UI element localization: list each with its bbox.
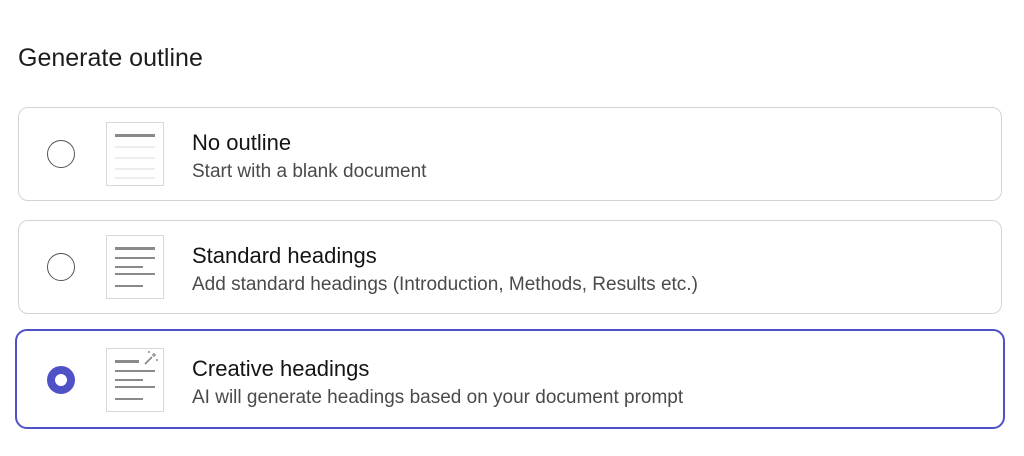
option-standard-headings[interactable]: Standard headings Add standard headings … — [18, 220, 1002, 314]
option-no-outline[interactable]: No outline Start with a blank document — [18, 107, 1002, 201]
radio-no-outline[interactable] — [47, 140, 75, 168]
blank-document-icon — [106, 122, 164, 186]
option-title: Creative headings — [192, 356, 370, 381]
option-title: No outline — [192, 130, 292, 155]
option-title: Standard headings — [192, 243, 377, 268]
radio-creative-headings-selected[interactable] — [47, 366, 75, 394]
headings-document-icon — [106, 235, 164, 299]
option-description: Start with a blank document — [192, 161, 427, 182]
option-creative-headings[interactable]: Creative headings AI will generate headi… — [15, 329, 1005, 429]
radio-standard-headings[interactable] — [47, 253, 75, 281]
magic-headings-document-icon — [106, 348, 164, 412]
option-description: Add standard headings (Introduction, Met… — [192, 274, 698, 295]
option-description: AI will generate headings based on your … — [192, 387, 684, 408]
page-title: Generate outline — [18, 44, 203, 72]
